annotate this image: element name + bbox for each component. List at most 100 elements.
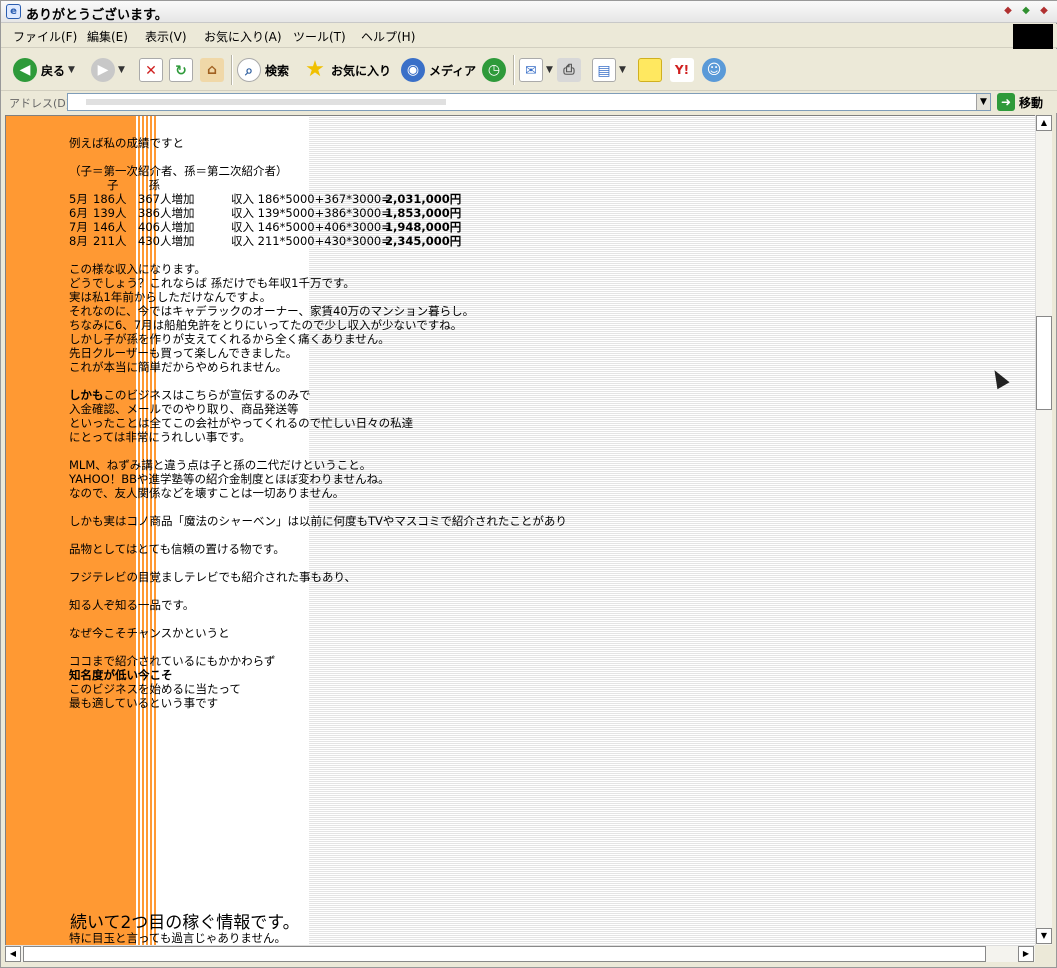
mail-icon: ✉: [519, 58, 543, 82]
body-line: なぜ今こそチャンスかというと: [69, 626, 230, 640]
sales-child: 211人: [93, 234, 127, 248]
body-line: 特に目玉と言っても過言じゃありません。: [69, 931, 287, 945]
page-viewport: 例えば私の成績ですと （子＝第一次紹介者、孫＝第二次紹介者） 子孫 5月 186…: [5, 115, 1035, 945]
address-bar: アドレス(D) ▼ ➜ 移動: [1, 91, 1057, 113]
yahoo-button[interactable]: Y!: [670, 57, 694, 83]
sales-month: 6月: [69, 206, 88, 220]
menu-file[interactable]: ファイル(F): [13, 28, 77, 45]
windows-logo: [1013, 24, 1053, 50]
address-input[interactable]: [67, 93, 991, 111]
window-title: ありがとうございます。: [26, 8, 168, 23]
back-label: 戻る: [41, 63, 66, 78]
scrollbar-corner: [1035, 945, 1052, 962]
sales-row: 7月 146人 406人増加 収入 146*5000+406*3000= 1,9…: [69, 220, 629, 234]
chevron-down-icon[interactable]: ▼: [546, 65, 553, 75]
legend-col-grandchild: 孫: [148, 178, 161, 192]
print-button[interactable]: ⎙: [557, 57, 581, 83]
body-line: ココまで紹介されているにもかかわらず: [69, 654, 276, 668]
stop-button[interactable]: ✕: [139, 57, 163, 83]
body-line: ちなみに6、7月は船舶免許をとりにいってたので少し収入が少ないですね。: [69, 318, 463, 332]
refresh-icon: ↻: [169, 58, 193, 82]
home-icon: ⌂: [200, 58, 224, 82]
menu-favorites[interactable]: お気に入り(A): [204, 28, 282, 45]
go-button[interactable]: ➜ 移動: [997, 93, 1043, 111]
go-arrow-icon: ➜: [997, 93, 1015, 111]
body-line: それなのに、今ではキャデラックのオーナー、家賃40万のマンション暮らし。: [69, 304, 475, 318]
ie-page-icon: e: [6, 4, 21, 19]
intro-text: 例えば私の成績ですと: [69, 136, 184, 150]
body-line: YAHOO！BBや進学塾等の紹介金制度とほぼ変わりませんね。: [69, 472, 390, 486]
menu-edit[interactable]: 編集(E): [87, 28, 128, 45]
sales-child: 186人: [93, 192, 127, 206]
maximize-icon[interactable]: ◆: [1020, 5, 1032, 17]
home-button[interactable]: ⌂: [200, 57, 224, 83]
forward-button[interactable]: ▶ ▼: [91, 57, 125, 83]
sales-row: 5月 186人 367人増加 収入 186*5000+367*3000= 2,0…: [69, 192, 629, 206]
scroll-right-icon[interactable]: ▶: [1018, 946, 1034, 962]
back-arrow-icon: ◀: [13, 58, 37, 82]
favorites-label: お気に入り: [331, 63, 392, 78]
legend-text: （子＝第一次紹介者、孫＝第二次紹介者）: [69, 164, 288, 178]
body-line: 品物としてはとても信頼の置ける物です。: [69, 542, 285, 556]
toolbar: ◀ 戻る ▼ ▶ ▼ ✕ ↻ ⌂ ⌕ 検索 ★ お気に入り ◉ メディア ◷ ✉…: [1, 49, 1057, 91]
body-line: しかも実はコノ商品「魔法のシャーベン」は以前に何度もTVやマスコミで紹介されたこ…: [69, 514, 567, 528]
scroll-down-icon[interactable]: ▼: [1036, 928, 1052, 944]
vertical-scrollbar[interactable]: ▲ ▼: [1035, 115, 1052, 945]
refresh-button[interactable]: ↻: [169, 57, 193, 83]
note-button[interactable]: [638, 57, 662, 83]
toolbar-separator: [231, 55, 233, 85]
legend-columns: 子孫: [69, 178, 629, 192]
sales-formula: 収入 186*5000+367*3000=: [231, 192, 391, 206]
minimize-icon[interactable]: ◆: [1002, 5, 1014, 17]
scroll-up-icon[interactable]: ▲: [1036, 115, 1052, 131]
media-label: メディア: [429, 63, 477, 78]
chevron-down-icon[interactable]: ▼: [68, 65, 75, 75]
body-text: このビジネスはこちらが宣伝するのみで: [103, 388, 311, 402]
edit-button[interactable]: ▤ ▼: [592, 57, 626, 83]
sales-formula: 収入 139*5000+386*3000=: [231, 206, 391, 220]
messenger-button[interactable]: ☺: [702, 57, 726, 83]
chevron-down-icon[interactable]: ▼: [619, 65, 626, 75]
sales-total: 1,853,000円: [385, 206, 462, 220]
history-button[interactable]: ◷: [482, 57, 506, 83]
title-bar: e ありがとうございます。 ◆ ◆ ◆: [1, 1, 1057, 23]
favorites-button[interactable]: ★ お気に入り: [303, 57, 391, 83]
legend-col-child: 子: [107, 178, 119, 192]
body-line: これが本当に簡単だからやめられません。: [69, 360, 288, 374]
close-icon[interactable]: ◆: [1038, 5, 1050, 17]
menu-tools[interactable]: ツール(T): [293, 28, 346, 45]
messenger-icon: ☺: [702, 58, 726, 82]
body-line: 知る人ぞ知る一品です。: [69, 598, 195, 612]
menu-view[interactable]: 表示(V): [145, 28, 187, 45]
edit-page-icon: ▤: [592, 58, 616, 82]
sales-total: 2,345,000円: [385, 234, 462, 248]
sales-month: 5月: [69, 192, 88, 206]
menu-help[interactable]: ヘルプ(H): [361, 28, 415, 45]
body-line: フジテレビの目覚ましテレビでも紹介された事もあり、: [69, 570, 357, 584]
sales-total: 1,948,000円: [385, 220, 462, 234]
body-line: 入金確認、メールでのやり取り、商品発送等: [69, 402, 299, 416]
chevron-down-icon[interactable]: ▼: [118, 65, 125, 75]
body-line: この様な収入になります。: [69, 262, 206, 276]
body-line: 最も適しているという事です: [69, 696, 219, 710]
sticky-note-icon: [638, 58, 662, 82]
horizontal-scrollbar[interactable]: ◀ ▶: [5, 945, 1035, 962]
menu-bar: ファイル(F) 編集(E) 表示(V) お気に入り(A) ツール(T) ヘルプ(…: [1, 24, 1057, 48]
scroll-left-icon[interactable]: ◀: [5, 946, 21, 962]
sales-month: 8月: [69, 234, 88, 248]
sales-formula: 収入 211*5000+430*3000=: [231, 234, 391, 248]
sales-child: 146人: [93, 220, 127, 234]
media-button[interactable]: ◉ メディア: [401, 57, 476, 83]
yahoo-icon: Y!: [670, 58, 694, 82]
vertical-scroll-thumb[interactable]: [1036, 316, 1052, 410]
body-line: にとっては非常にうれしい事です。: [69, 430, 251, 444]
back-button[interactable]: ◀ 戻る ▼: [13, 57, 75, 83]
body-line: といったことは全てこの会社がやってくれるので忙しい日々の私達: [69, 416, 414, 430]
horizontal-scroll-thumb[interactable]: [23, 946, 986, 962]
search-icon: ⌕: [237, 58, 261, 82]
search-button[interactable]: ⌕ 検索: [237, 57, 289, 83]
body-line: 先日クルーザーも買って楽しんできました。: [69, 346, 298, 360]
sales-grandchild: 430人増加: [138, 234, 195, 248]
mail-button[interactable]: ✉ ▼: [519, 57, 553, 83]
address-dropdown-icon[interactable]: ▼: [976, 94, 990, 110]
